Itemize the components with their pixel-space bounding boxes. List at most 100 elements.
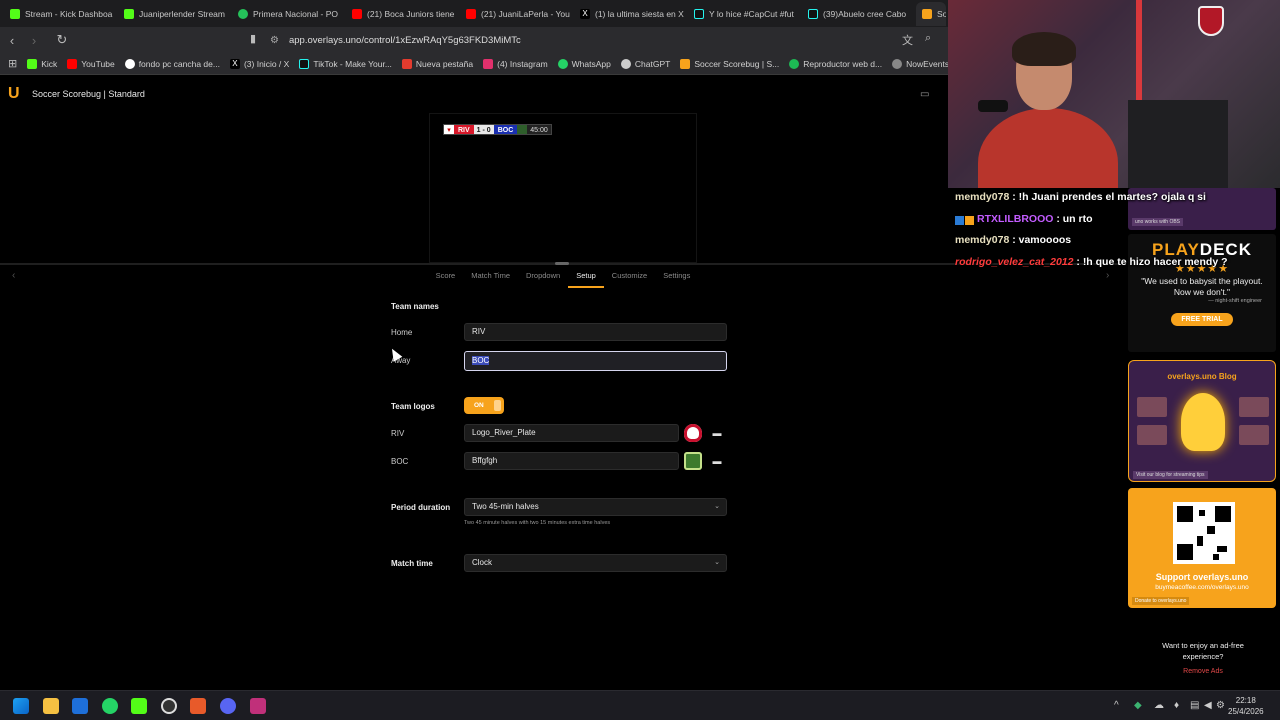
browser-tab[interactable]: Primera Nacional - PO xyxy=(232,2,344,26)
forward-icon[interactable]: › xyxy=(24,30,44,50)
soccer-icon xyxy=(238,8,248,19)
home-label: Home xyxy=(391,328,413,337)
streamer-hair xyxy=(1012,32,1076,66)
chevron-up-icon[interactable]: ^ xyxy=(1114,700,1119,711)
away-name-input[interactable]: BOC xyxy=(464,351,727,371)
bookmark-fondo[interactable]: fondo pc cancha de... xyxy=(124,58,220,69)
tab-settings[interactable]: Settings xyxy=(655,266,698,288)
team-logos-toggle[interactable]: ON xyxy=(464,397,504,414)
match-time-select[interactable]: Clock ⌄ xyxy=(464,554,727,572)
browser-tab[interactable]: (39)Abuelo cree Cabo xyxy=(802,2,914,26)
support-ad[interactable]: Support overlays.uno buymeacoffee.com/ov… xyxy=(1128,488,1276,608)
instagram-icon xyxy=(483,58,494,69)
obs-icon[interactable] xyxy=(161,698,177,714)
kick-icon[interactable] xyxy=(131,698,147,714)
support-title: Support overlays.uno xyxy=(1155,572,1249,582)
back-icon[interactable]: ‹ xyxy=(2,30,22,50)
clock-date: 25/4/2026 xyxy=(1228,707,1264,716)
free-trial-button[interactable]: FREE TRIAL xyxy=(1171,313,1233,326)
overlay-preview: ▾ RIV 1 - 0 BOC 45:00 xyxy=(429,113,697,263)
chevron-down-icon: ⌄ xyxy=(714,559,720,566)
qr-code-icon xyxy=(1173,502,1235,564)
bookmark-youtube[interactable]: YouTube xyxy=(67,58,115,69)
browser-tab[interactable]: (21) JuaniLaPerla - You xyxy=(460,2,572,26)
ad-quote: "We used to babysit the playout. Now we … xyxy=(1141,276,1263,297)
boc-logo-input[interactable]: Bffgfgh xyxy=(464,452,679,470)
whatsapp-icon[interactable] xyxy=(102,698,118,714)
bookmark-icon[interactable]: ▮ xyxy=(250,32,256,45)
period-duration-select[interactable]: Two 45-min halves ⌄ xyxy=(464,498,727,516)
network-icon[interactable]: ▤ xyxy=(1190,700,1199,711)
tab-setup[interactable]: Setup xyxy=(568,266,604,288)
bookmark-soccer-scorebug[interactable]: Soccer Scorebug | S... xyxy=(680,58,779,69)
defender-icon[interactable]: ◆ xyxy=(1134,700,1142,711)
reload-icon[interactable]: ↻ xyxy=(52,30,72,50)
resize-handle[interactable] xyxy=(555,262,569,265)
bookmark-nowevents[interactable]: NowEvents - C xyxy=(892,58,948,69)
onedrive-icon[interactable]: ☁ xyxy=(1154,700,1164,711)
home-name-input[interactable]: RIV xyxy=(464,323,727,341)
chat-badges xyxy=(955,214,977,225)
monitor-icon[interactable]: ▭ xyxy=(920,89,929,100)
period-duration-label: Period duration xyxy=(391,503,451,512)
browser-tab[interactable]: (21) Boca Juniors tiene xyxy=(346,2,458,26)
riv-logo-input[interactable]: Logo_River_Plate xyxy=(464,424,679,442)
folder-icon[interactable]: ▬ xyxy=(708,424,726,442)
webcam-overlay xyxy=(948,0,1280,188)
bookmark-spotify[interactable]: Reproductor web d... xyxy=(789,58,882,69)
speaker-icon[interactable]: ◀ xyxy=(1204,700,1212,711)
browser-tab[interactable]: Y lo hice #CapCut #fut xyxy=(688,2,800,26)
bookmark-chatgpt[interactable]: ChatGPT xyxy=(620,58,670,69)
blog-ad-caption: Visit our blog for streaming tips xyxy=(1133,471,1208,479)
bookmarks-bar: ⊞ Kick YouTube fondo pc cancha de... X (3… xyxy=(0,53,948,75)
zoom-icon[interactable]: ⌕ xyxy=(925,32,931,45)
windows-start-icon[interactable] xyxy=(13,698,29,714)
apps-icon[interactable]: ⊞ xyxy=(8,57,17,70)
tiktok-icon xyxy=(694,8,704,19)
translate-icon[interactable]: 文 xyxy=(902,32,913,48)
team-logos-heading: Team logos xyxy=(391,402,435,411)
bookmark-instagram[interactable]: (4) Instagram xyxy=(483,58,548,69)
clock-time: 22:18 xyxy=(1235,696,1256,705)
boc-logo-image xyxy=(684,452,702,470)
tab-customize[interactable]: Customize xyxy=(604,266,655,288)
bookmark-tiktok[interactable]: TikTok - Make Your... xyxy=(299,58,392,69)
tab-dropdown[interactable]: Dropdown xyxy=(518,266,568,288)
bookmark-x[interactable]: X (3) Inicio / X xyxy=(229,58,289,69)
tab-match-time[interactable]: Match Time xyxy=(463,266,518,288)
system-clock[interactable]: 22:18 25/4/2026 xyxy=(1228,695,1264,717)
team-names-heading: Team names xyxy=(391,302,439,311)
tab-score[interactable]: Score xyxy=(428,266,464,288)
bookmark-nueva-pestana[interactable]: Nueva pestaña xyxy=(401,58,473,69)
folder-icon[interactable]: ▬ xyxy=(708,452,726,470)
blog-thumb xyxy=(1137,425,1167,445)
boc-logo-label: BOC xyxy=(391,457,409,466)
whatsapp-icon xyxy=(557,58,568,69)
browser-icon[interactable] xyxy=(190,698,206,714)
spotify-icon xyxy=(789,58,800,69)
url-field[interactable]: ⚙ app.overlays.uno/control/1xEzwRAqY5g63… xyxy=(270,31,521,49)
microphone-icon[interactable]: ♦ xyxy=(1174,700,1179,711)
away-logo-icon xyxy=(517,125,528,134)
site-info-icon[interactable]: ⚙ xyxy=(270,35,279,46)
browser-tab-active[interactable]: Soc xyxy=(916,1,946,26)
store-icon[interactable] xyxy=(72,698,88,714)
youtube-icon xyxy=(352,8,362,19)
browser-tab[interactable]: X (1) la ultima siesta en X xyxy=(574,2,686,26)
file-explorer-icon[interactable] xyxy=(43,698,59,714)
blog-thumb xyxy=(1239,425,1269,445)
blog-ad[interactable]: overlays.uno Blog Visit our blog for str… xyxy=(1128,360,1276,482)
discord-icon[interactable] xyxy=(220,698,236,714)
app-icon[interactable] xyxy=(250,698,266,714)
blog-ad-title: overlays.uno Blog xyxy=(1167,372,1237,381)
settings-icon[interactable]: ⚙ xyxy=(1216,700,1225,711)
overlays-uno-icon xyxy=(922,8,932,19)
browser-tab-bar: Stream - Kick Dashboa Juaniperlender Str… xyxy=(0,0,948,27)
home-logo-icon: ▾ xyxy=(444,125,454,134)
remove-ads-link[interactable]: Remove Ads xyxy=(1126,668,1280,675)
bookmark-whatsapp[interactable]: WhatsApp xyxy=(557,58,611,69)
streamer-body xyxy=(978,108,1118,188)
browser-tab[interactable]: Juaniperlender Stream xyxy=(118,2,230,26)
browser-tab[interactable]: Stream - Kick Dashboa xyxy=(4,2,116,26)
bookmark-kick[interactable]: Kick xyxy=(27,58,57,69)
